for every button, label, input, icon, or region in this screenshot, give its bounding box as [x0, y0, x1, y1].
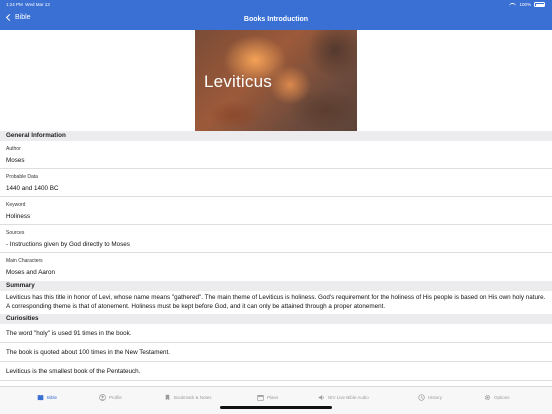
field-label: Main Characters — [6, 258, 43, 264]
tab-label: Options — [494, 395, 510, 400]
status-bar: 1:24 PM Wed Mar 13 100% — [0, 0, 552, 10]
navigation-bar: Bible Books Introduction — [0, 10, 552, 30]
wifi-icon — [509, 2, 517, 7]
tab-profile[interactable]: Profile — [99, 394, 122, 401]
field-label: Sources — [6, 230, 25, 236]
status-right: 100% — [509, 2, 545, 7]
tab-options[interactable]: Options — [484, 394, 510, 401]
tab-label: Bible — [47, 395, 58, 400]
battery-icon — [534, 2, 545, 7]
tab-bookmark-notes[interactable]: Bookmark & Notes — [164, 394, 212, 401]
bookmark-icon — [165, 394, 170, 401]
summary-text: Leviticus has this title in honor of Lev… — [6, 294, 546, 310]
book-cover-image: Leviticus — [195, 30, 357, 131]
field-value: - Instructions given by God directly to … — [6, 240, 130, 248]
field-probable-data: Probable Data 1440 and 1400 BC — [0, 169, 552, 197]
field-main-characters: Main Characters Moses and Aaron — [0, 253, 552, 281]
clock-icon — [418, 394, 425, 401]
section-header-general: General Information — [0, 131, 552, 141]
book-intro-content[interactable]: General Information Author Moses Probabl… — [0, 131, 552, 386]
book-icon — [37, 395, 44, 401]
field-value: 1440 and 1400 BC — [6, 184, 59, 192]
field-value: Moses — [6, 156, 25, 164]
gear-icon — [484, 394, 491, 401]
calendar-icon — [257, 395, 264, 401]
page-title: Books Introduction — [243, 15, 309, 23]
profile-icon — [99, 394, 106, 401]
field-value: Moses and Aaron — [6, 268, 56, 276]
status-time: 1:24 PM Wed Mar 13 — [6, 2, 50, 7]
tab-label: Bookmark & Notes — [174, 395, 212, 400]
field-keyword: Keyword Holiness — [0, 197, 552, 225]
tab-bar: Bible Profile Bookmark & Notes Plans NIV… — [0, 386, 552, 414]
curiosity-item: Leviticus is the smallest book of the Pe… — [0, 362, 552, 382]
home-indicator[interactable] — [220, 406, 332, 409]
tab-label: Plans — [267, 395, 279, 400]
audio-icon — [318, 395, 324, 400]
tab-label: Profile — [109, 395, 122, 400]
field-label: Author — [6, 146, 21, 152]
tab-label: NIV Live Bible Audio — [328, 395, 369, 400]
curiosity-item: The word "holy" is used 91 times in the … — [0, 324, 552, 344]
tab-audio[interactable]: NIV Live Bible Audio — [318, 394, 369, 401]
book-title: Leviticus — [204, 72, 272, 91]
tab-bible[interactable]: Bible — [37, 394, 57, 401]
field-author: Author Moses — [0, 141, 552, 169]
tab-plans[interactable]: Plans — [257, 394, 278, 401]
curiosity-item: The book is quoted about 100 times in th… — [0, 343, 552, 363]
field-sources: Sources - Instructions given by God dire… — [0, 225, 552, 253]
tab-history[interactable]: History — [418, 394, 442, 401]
section-header-curiosities: Curiosities — [0, 314, 552, 325]
section-header-summary: Summary — [0, 281, 552, 291]
field-label: Keyword — [6, 202, 26, 208]
tab-label: History — [428, 395, 443, 400]
field-label: Probable Data — [6, 174, 38, 180]
battery-percent: 100% — [519, 2, 531, 7]
field-value: Holiness — [6, 212, 31, 220]
status-date: Wed Mar 13 — [25, 2, 50, 7]
